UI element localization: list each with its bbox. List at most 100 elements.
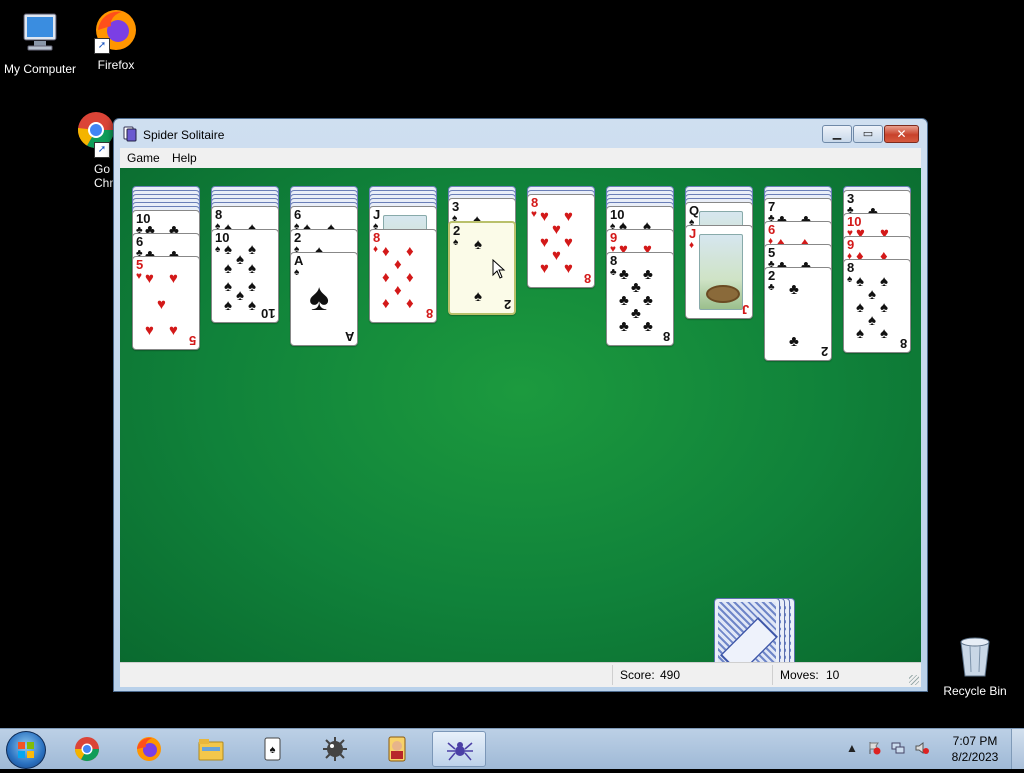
game-table[interactable]: 10♣♣♣♣♣♣♣♣♣♣♣106♣♣♣♣♣♣♣65♥♥♥♥♥♥58♠♠♠♠♠♠♠… [120,168,921,662]
card-8-of-diamonds[interactable]: 8 ♦ ♦ ♦ ♦ ♦ ♦ ♦ ♦ ♦ 8 [369,229,437,323]
card-rank: 3 [847,191,855,206]
hearts-pip-icon: ♥ [552,247,561,264]
spades-pip-icon: ♠ [248,278,256,295]
diamonds-pip-icon: ♦ [394,282,402,299]
maximize-button[interactable]: ▭ [853,125,883,143]
card-rank-inverted: A [344,329,354,344]
moves-label: Moves: [780,668,819,682]
start-button[interactable] [6,731,46,769]
volume-muted-icon[interactable] [915,741,929,755]
taskbar-app-firefox[interactable] [122,731,176,767]
hearts-pip-icon: ♥ [564,208,573,225]
clubs-pip-icon: ♣ [631,305,641,322]
maximize-icon: ▭ [862,128,874,140]
minimize-button[interactable]: ▁ [822,125,852,143]
spades-pip-icon: ♠ [224,241,232,258]
score-label: Score: [620,668,655,682]
chrome-icon [72,735,102,763]
spades-pip-icon: ♠ [868,312,876,329]
spades-pip-icon: ♠ [248,260,256,277]
card-8-of-spades[interactable]: 8♠♠♠♠♠♠♠♠♠8 [843,259,911,353]
svg-text:♠: ♠ [270,744,276,756]
action-center-flag-icon[interactable] [867,741,881,755]
clock-date: 8/2/2023 [951,750,999,764]
card-8-of-hearts[interactable]: 8 ♥ ♥ ♥ ♥ ♥ ♥ ♥ ♥ ♥ 8 [527,194,595,288]
spider-solitaire-icon [445,736,475,764]
card-rank-inverted: 8 [583,271,591,286]
clock[interactable]: 7:07 PM 8/2/2023 [948,733,1002,765]
spider-app-icon [122,126,138,142]
desktop-icon-chrome[interactable]: ➚ Go Chr [76,110,116,190]
card-8-of-clubs[interactable]: 8 ♣ ♣ ♣ ♣ ♣ ♣ ♣ ♣ ♣ 8 [606,252,674,346]
spades-suit-icon: ♠ [294,267,300,278]
clubs-suit-icon: ♣ [610,267,617,278]
diamonds-pip-icon: ♦ [382,269,390,286]
firefox-icon [134,735,164,763]
hearts-suit-icon: ♥ [531,209,537,220]
show-hidden-icons-icon[interactable]: ▲ [845,741,859,755]
card-rank: 6 [136,234,144,249]
card-rank-inverted: 2 [503,297,511,312]
stock-card[interactable] [714,598,780,662]
spades-pip-icon: ♠ [224,278,232,295]
hearts-pip-icon: ♥ [145,270,154,287]
spades-pip-icon: ♠ [856,325,864,342]
diamonds-suit-icon: ♦ [689,240,695,251]
desktop-icon-recycle-bin[interactable]: Recycle Bin [935,632,1015,698]
spades-pip-icon: ♠ [248,297,256,314]
spades-pip-icon: ♠ [236,251,244,268]
card-rank: 8 [373,230,381,245]
menu-help[interactable]: Help [172,151,197,165]
card-rank: 7 [768,199,776,214]
hearts-suit-icon: ♥ [136,271,142,282]
close-button[interactable]: ✕ [884,125,919,143]
show-desktop-button[interactable] [1011,729,1024,769]
taskbar-app-chrome[interactable] [60,731,114,767]
card-rank: 8 [610,253,618,268]
title-bar[interactable]: Spider Solitaire ▁ ▭ ✕ [114,119,927,149]
taskbar-app-hearts[interactable] [370,731,424,767]
spades-pip-icon: ♠ [236,287,244,304]
card-back-ornament [720,617,778,662]
card-a-of-spades[interactable]: A ♠ ♠ A [290,252,358,346]
network-icon[interactable] [891,741,905,755]
card-j-of-diamonds[interactable]: J ♦ J [685,225,753,319]
card-rank: 9 [847,237,855,252]
taskbar-app-spider-solitaire[interactable] [432,731,486,767]
hearts-pip-icon: ♥ [540,208,549,225]
card-2-of-clubs[interactable]: 2 ♣ ♣ ♣ 2 [764,267,832,361]
spades-suit-icon: ♠ [847,274,853,285]
taskbar-app-solitaire[interactable]: ♠ [246,731,300,767]
firefox-icon: ➚ [92,6,140,54]
card-5-of-hearts[interactable]: 5 ♥ ♥ ♥ ♥ ♥ ♥ 5 [132,256,200,350]
clubs-pip-icon: ♣ [619,318,629,335]
spades-pip-icon: ♠ [880,273,888,290]
card-rank: J [373,207,381,222]
status-bar: Score: 490 Moves: 10 [120,662,921,687]
taskbar-app-file-explorer[interactable] [184,731,238,767]
card-rank-inverted: J [741,302,749,317]
diamonds-pip-icon: ♦ [382,295,390,312]
clubs-pip-icon: ♣ [789,333,799,350]
clubs-pip-icon: ♣ [643,292,653,309]
spider-solitaire-window: Spider Solitaire ▁ ▭ ✕ Game Help 10♣♣♣♣♣… [113,118,928,692]
spades-pip-icon: ♠ [224,297,232,314]
diamonds-pip-icon: ♦ [382,243,390,260]
clubs-pip-icon: ♣ [619,266,629,283]
taskbar-app-minesweeper[interactable] [308,731,362,767]
desktop-icon-my-computer[interactable]: My Computer [0,10,80,76]
spades-pip-icon: ♠ [309,277,330,319]
card-10-of-spades[interactable]: 10♠♠♠♠♠♠♠♠♠♠♠10 [211,229,279,323]
desktop-icon-firefox[interactable]: ➚ Firefox [76,6,156,72]
resize-grip[interactable] [909,675,919,685]
minesweeper-icon [320,735,350,763]
card-rank: 3 [452,199,460,214]
minimize-icon: ▁ [832,128,842,140]
card-rank: A [294,253,304,268]
solitaire-icon: ♠ [258,735,288,763]
menu-game[interactable]: Game [127,151,160,165]
spades-pip-icon: ♠ [880,299,888,316]
clock-time: 7:07 PM [952,734,998,748]
card-rank-inverted: 8 [899,336,907,351]
close-icon: ✕ [896,127,907,141]
